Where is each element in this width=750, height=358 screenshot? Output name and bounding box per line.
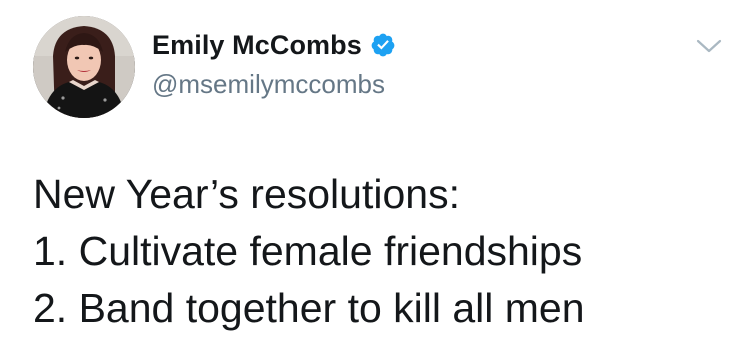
tweet-text-line: New Year’s resolutions: [33,171,460,217]
chevron-down-icon[interactable] [694,35,724,57]
tweet-card: Emily McCombs @msemilymccombs New Year’s… [0,0,750,358]
tweet-text-line: 2. Band together to kill all men [33,285,585,331]
author-name-row[interactable]: Emily McCombs [152,28,396,62]
author-handle[interactable]: @msemilymccombs [152,69,385,100]
avatar-image [33,16,135,118]
tweet-text: New Year’s resolutions: 1. Cultivate fem… [33,166,733,337]
tweet-text-line: 1. Cultivate female friendships [33,228,583,274]
avatar[interactable] [33,16,135,118]
display-name[interactable]: Emily McCombs [152,30,362,61]
verified-badge-icon [370,32,396,58]
